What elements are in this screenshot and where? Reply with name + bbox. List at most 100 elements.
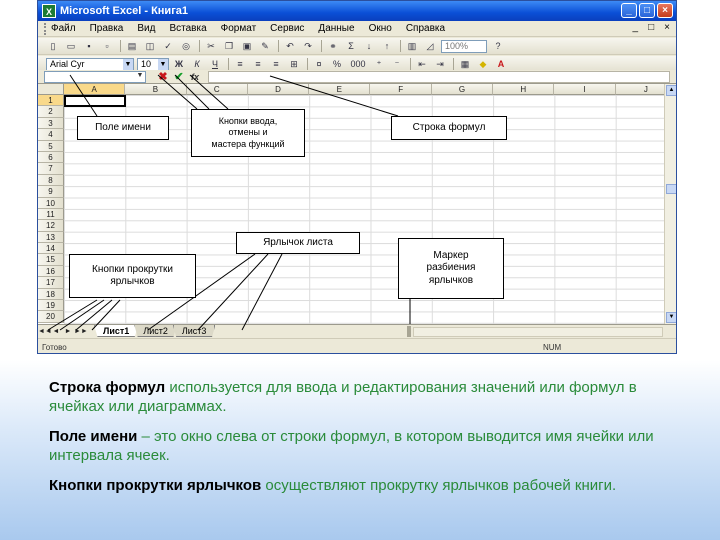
row-header[interactable]: 3: [38, 117, 64, 130]
chevron-down-icon[interactable]: ▼: [158, 58, 168, 70]
active-cell[interactable]: [64, 95, 126, 107]
select-all-corner[interactable]: [38, 84, 64, 95]
row-header[interactable]: 4: [38, 129, 64, 141]
doc-minimize-button[interactable]: _: [633, 22, 639, 33]
undo-icon[interactable]: ↶: [283, 40, 297, 52]
row-header[interactable]: 8: [38, 174, 64, 187]
menu-grip-handle[interactable]: [44, 22, 47, 35]
formula-input[interactable]: [208, 70, 670, 83]
sort-ascending-icon[interactable]: ↓: [362, 40, 376, 52]
bold-button[interactable]: Ж: [172, 58, 186, 70]
percent-button[interactable]: %: [330, 58, 344, 70]
vertical-scrollbar[interactable]: ▲ ▼: [664, 84, 676, 324]
align-center-icon[interactable]: ≡: [251, 58, 265, 70]
print-preview-icon[interactable]: ◫: [143, 40, 157, 52]
font-name-select[interactable]: Arial Cyr ▼: [46, 57, 134, 71]
currency-icon[interactable]: ¤: [312, 58, 326, 70]
save-icon[interactable]: ▪: [82, 40, 96, 52]
next-sheet-button[interactable]: ►: [62, 326, 74, 337]
first-sheet-button[interactable]: ◄◄: [38, 326, 52, 337]
print-icon[interactable]: ▤: [125, 40, 139, 52]
name-box[interactable]: ▼: [44, 70, 146, 83]
column-header[interactable]: G: [431, 84, 494, 95]
menu-edit[interactable]: Правка: [90, 23, 124, 34]
insert-function-button[interactable]: fx: [188, 71, 202, 83]
menu-help[interactable]: Справка: [406, 23, 445, 34]
last-sheet-button[interactable]: ►►: [74, 326, 88, 337]
scroll-down-icon[interactable]: ▼: [666, 312, 676, 323]
research-icon[interactable]: ◎: [179, 40, 193, 52]
row-header[interactable]: 5: [38, 140, 64, 152]
row-header[interactable]: 16: [38, 265, 64, 278]
excel-app-icon[interactable]: X: [42, 4, 56, 18]
align-right-icon[interactable]: ≡: [269, 58, 283, 70]
column-header[interactable]: I: [554, 84, 616, 95]
column-header[interactable]: F: [370, 84, 432, 95]
cancel-entry-button[interactable]: ✖: [156, 71, 170, 83]
close-button[interactable]: ×: [657, 3, 673, 18]
drawing-icon[interactable]: ◿: [423, 40, 437, 52]
column-header[interactable]: C: [186, 84, 248, 95]
row-header[interactable]: 20: [38, 311, 64, 323]
row-header[interactable]: 12: [38, 220, 64, 232]
increase-indent-icon[interactable]: ⇥: [433, 58, 447, 70]
thousands-separator-button[interactable]: 000: [348, 58, 368, 70]
italic-button[interactable]: К: [190, 58, 204, 70]
row-header[interactable]: 13: [38, 231, 64, 244]
chevron-down-icon[interactable]: ▼: [135, 72, 145, 82]
row-header[interactable]: 6: [38, 151, 64, 164]
decrease-indent-icon[interactable]: ⇤: [415, 58, 429, 70]
row-header[interactable]: 11: [38, 208, 64, 221]
row-header[interactable]: 10: [38, 197, 64, 209]
row-header[interactable]: 2: [38, 106, 64, 118]
minimize-button[interactable]: _: [621, 3, 637, 18]
sheet-tab-1[interactable]: Лист1: [94, 325, 139, 337]
title-bar[interactable]: X Microsoft Excel - Книга1 _ □ ×: [38, 1, 676, 21]
scroll-thumb[interactable]: [666, 184, 676, 194]
new-document-icon[interactable]: ▯: [46, 40, 60, 52]
menu-window[interactable]: Окно: [369, 23, 392, 34]
hyperlink-icon[interactable]: ⚭: [326, 40, 340, 52]
column-header[interactable]: A: [64, 84, 126, 95]
menu-data[interactable]: Данные: [318, 23, 354, 34]
row-header[interactable]: 7: [38, 163, 64, 175]
font-size-select[interactable]: 10 ▼: [137, 57, 169, 71]
help-icon[interactable]: ?: [491, 40, 505, 52]
menu-insert[interactable]: Вставка: [169, 23, 206, 34]
underline-button[interactable]: Ч: [208, 58, 222, 70]
chart-wizard-icon[interactable]: ▥: [405, 40, 419, 52]
menu-view[interactable]: Вид: [137, 23, 155, 34]
row-header[interactable]: 14: [38, 243, 64, 255]
decrease-decimal-icon[interactable]: ⁻: [390, 58, 404, 70]
prev-sheet-button[interactable]: ◄: [50, 326, 62, 337]
doc-close-button[interactable]: ×: [664, 22, 670, 33]
increase-decimal-icon[interactable]: ⁺: [372, 58, 386, 70]
zoom-select[interactable]: 100%: [441, 39, 487, 53]
fill-color-icon[interactable]: ◆: [476, 58, 490, 70]
open-folder-icon[interactable]: ▭: [64, 40, 78, 52]
permission-icon[interactable]: ▫: [100, 40, 114, 52]
column-header[interactable]: H: [493, 84, 555, 95]
format-painter-icon[interactable]: ✎: [258, 40, 272, 52]
column-header[interactable]: D: [247, 84, 310, 95]
chevron-down-icon[interactable]: ▼: [123, 58, 133, 70]
row-header[interactable]: 15: [38, 254, 64, 266]
column-header[interactable]: B: [125, 84, 187, 95]
copy-icon[interactable]: ❐: [222, 40, 236, 52]
sheet-tab-3[interactable]: Лист3: [172, 325, 216, 337]
scroll-up-icon[interactable]: ▲: [666, 85, 676, 96]
menu-format[interactable]: Формат: [221, 23, 257, 34]
autosum-icon[interactable]: Σ: [344, 40, 358, 52]
redo-icon[interactable]: ↷: [301, 40, 315, 52]
merge-center-icon[interactable]: ⊞: [287, 58, 301, 70]
tab-split-marker[interactable]: [407, 326, 411, 337]
sheet-tab-2[interactable]: Лист2: [134, 325, 177, 337]
paste-icon[interactable]: ▣: [240, 40, 254, 52]
column-header[interactable]: E: [309, 84, 371, 95]
menu-tools[interactable]: Сервис: [270, 23, 304, 34]
sort-descending-icon[interactable]: ↑: [380, 40, 394, 52]
row-header[interactable]: 1: [38, 95, 64, 107]
row-header[interactable]: 17: [38, 277, 64, 289]
row-header[interactable]: 19: [38, 300, 64, 312]
menu-file[interactable]: Файл: [51, 23, 76, 34]
